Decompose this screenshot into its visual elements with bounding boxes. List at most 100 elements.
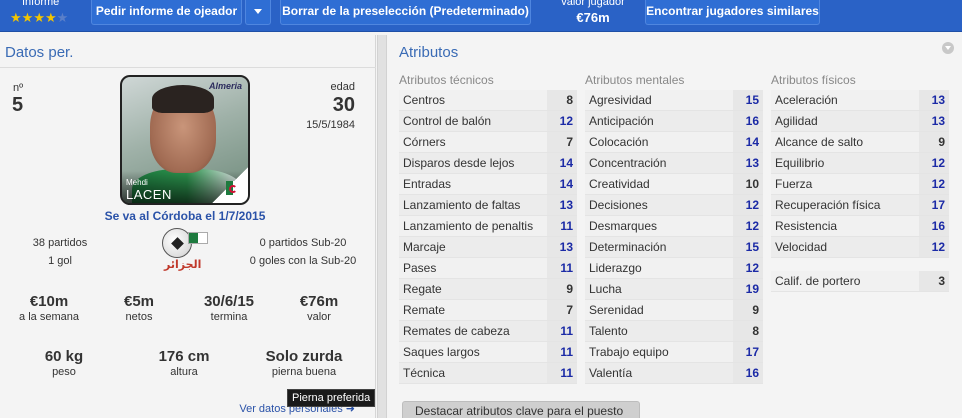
attribute-row[interactable]: Velocidad 12 xyxy=(771,237,949,258)
attribute-name: Equilibrio xyxy=(771,153,921,173)
attribute-row[interactable]: Marcaje 13 xyxy=(399,237,577,258)
star-empty-icon: ★ xyxy=(56,10,69,25)
attribute-name: Velocidad xyxy=(771,237,921,257)
attribute-name: Trabajo equipo xyxy=(585,342,735,362)
player-photo: Almeria Mehdi LACEN xyxy=(120,75,250,205)
attribute-row[interactable]: Control de balón 12 xyxy=(399,111,577,132)
attribute-row[interactable]: Fuerza 12 xyxy=(771,174,949,195)
attribute-row[interactable]: Lucha 19 xyxy=(585,279,763,300)
attribute-name: Calif. de portero xyxy=(771,271,921,291)
panel-splitter[interactable] xyxy=(377,35,387,418)
stat-value: Solo zurda xyxy=(265,348,343,365)
attribute-row[interactable]: Liderazgo 12 xyxy=(585,258,763,279)
clear-shortlist-button[interactable]: Borrar de la preselección (Predeterminad… xyxy=(280,0,531,25)
attribute-value: 14 xyxy=(547,153,577,173)
stat-label: a la semana xyxy=(19,311,79,323)
attribute-name: Resistencia xyxy=(771,216,921,236)
attribute-name: Serenidad xyxy=(585,300,735,320)
scout-report-dropdown-button[interactable] xyxy=(245,0,271,25)
attribute-name: Talento xyxy=(585,321,735,341)
tooltip: Pierna preferida xyxy=(287,389,376,407)
star-filled-icon: ★ xyxy=(21,10,34,25)
attribute-row[interactable]: Valentía 16 xyxy=(585,363,763,384)
attribute-row[interactable]: Técnica 11 xyxy=(399,363,577,384)
attribute-row[interactable]: Agilidad 13 xyxy=(771,111,949,132)
report-label: Informe xyxy=(22,0,60,8)
attribute-name: Agilidad xyxy=(771,111,921,131)
attribute-row[interactable]: Agresividad 15 xyxy=(585,90,763,111)
attribute-row[interactable]: Remates de cabeza 11 xyxy=(399,321,577,342)
attribute-row[interactable]: Saques largos 11 xyxy=(399,342,577,363)
attribute-value: 11 xyxy=(547,321,577,341)
attribute-row[interactable]: Regate 9 xyxy=(399,279,577,300)
attribute-row[interactable]: Desmarques 12 xyxy=(585,216,763,237)
squad-number-label: nº xyxy=(13,82,24,94)
attribute-name: Determinación xyxy=(585,237,735,257)
attribute-row[interactable]: Trabajo equipo 17 xyxy=(585,342,763,363)
attribute-row[interactable]: Pases 11 xyxy=(399,258,577,279)
attribute-value: 11 xyxy=(547,363,577,383)
age-label: edad xyxy=(330,81,355,93)
attribute-row[interactable]: Equilibrio 12 xyxy=(771,153,949,174)
attribute-row[interactable]: Córners 7 xyxy=(399,132,577,153)
attribute-value: 12 xyxy=(733,195,763,215)
highlight-key-attributes-button[interactable]: Destacar atributos clave para el puesto xyxy=(402,401,640,418)
stat-value: 30/6/15 xyxy=(203,293,255,310)
attribute-row[interactable]: Recuperación física 17 xyxy=(771,195,949,216)
attribute-row[interactable]: Centros 8 xyxy=(399,90,577,111)
attribute-value: 8 xyxy=(733,321,763,341)
attribute-value: 12 xyxy=(919,237,949,257)
attribute-value: 13 xyxy=(547,195,577,215)
attribute-value: 11 xyxy=(547,258,577,278)
attribute-name: Concentración xyxy=(585,153,735,173)
panel-title: Datos per. xyxy=(5,44,74,61)
attribute-row[interactable]: Creatividad 10 xyxy=(585,174,763,195)
attribute-name: Córners xyxy=(399,132,549,152)
player-value-label: valor jugador xyxy=(561,0,625,8)
column-header: Atributos físicos xyxy=(771,73,856,87)
attribute-value: 13 xyxy=(919,111,949,131)
collapse-toggle-icon[interactable] xyxy=(942,42,954,54)
attribute-row[interactable]: Aceleración 13 xyxy=(771,90,949,111)
attribute-name: Lanzamiento de faltas xyxy=(399,195,549,215)
attribute-value: 13 xyxy=(547,237,577,257)
attribute-name: Centros xyxy=(399,90,549,110)
top-toolbar: Informe ★★★★★ Pedir informe de ojeador B… xyxy=(0,0,962,32)
preferred-foot-stat[interactable]: Solo zurda pierna buena xyxy=(257,348,351,378)
attribute-value: 7 xyxy=(547,300,577,320)
scout-report-button[interactable]: Pedir informe de ojeador xyxy=(91,0,242,25)
find-similar-button[interactable]: Encontrar jugadores similares xyxy=(645,0,820,25)
attribute-row[interactable]: Decisiones 12 xyxy=(585,195,763,216)
attribute-value: 15 xyxy=(733,237,763,257)
attribute-row[interactable]: Lanzamiento de penaltis 11 xyxy=(399,216,577,237)
attribute-row[interactable]: Concentración 13 xyxy=(585,153,763,174)
attribute-value: 7 xyxy=(547,132,577,152)
attribute-row[interactable]: Remate 7 xyxy=(399,300,577,321)
attribute-row[interactable]: Resistencia 16 xyxy=(771,216,949,237)
report-rating[interactable]: Informe ★★★★★ xyxy=(0,0,86,32)
attribute-row[interactable]: Lanzamiento de faltas 13 xyxy=(399,195,577,216)
attribute-row[interactable]: Talento 8 xyxy=(585,321,763,342)
attribute-value: 14 xyxy=(547,174,577,194)
attribute-row[interactable]: Disparos desde lejos 14 xyxy=(399,153,577,174)
attribute-row[interactable]: Determinación 15 xyxy=(585,237,763,258)
attribute-row[interactable]: Alcance de salto 9 xyxy=(771,132,949,153)
attribute-row[interactable]: Serenidad 9 xyxy=(585,300,763,321)
stat-value: €10m xyxy=(29,293,69,310)
attribute-value: 8 xyxy=(547,90,577,110)
attribute-row[interactable]: Entradas 14 xyxy=(399,174,577,195)
attribute-value: 9 xyxy=(547,279,577,299)
attribute-row[interactable]: Colocación 14 xyxy=(585,132,763,153)
federation-arabic-text: الجزائر xyxy=(164,259,202,271)
age-value: 30 xyxy=(332,94,355,116)
physical-attributes: Atributos físicos Aceleración 13 Agilidad 1… xyxy=(771,72,949,292)
attribute-row[interactable]: Anticipación 16 xyxy=(585,111,763,132)
height-stat: 176 cm altura xyxy=(137,348,231,378)
attribute-name: Alcance de salto xyxy=(771,132,921,152)
attribute-value: 17 xyxy=(919,195,949,215)
attribute-value: 11 xyxy=(547,342,577,362)
attribute-value: 12 xyxy=(919,174,949,194)
transfer-note-link[interactable]: Se va al Córdoba el 1/7/2015 xyxy=(0,209,370,223)
attribute-name: Creatividad xyxy=(585,174,735,194)
panel-title: Atributos xyxy=(399,44,459,61)
